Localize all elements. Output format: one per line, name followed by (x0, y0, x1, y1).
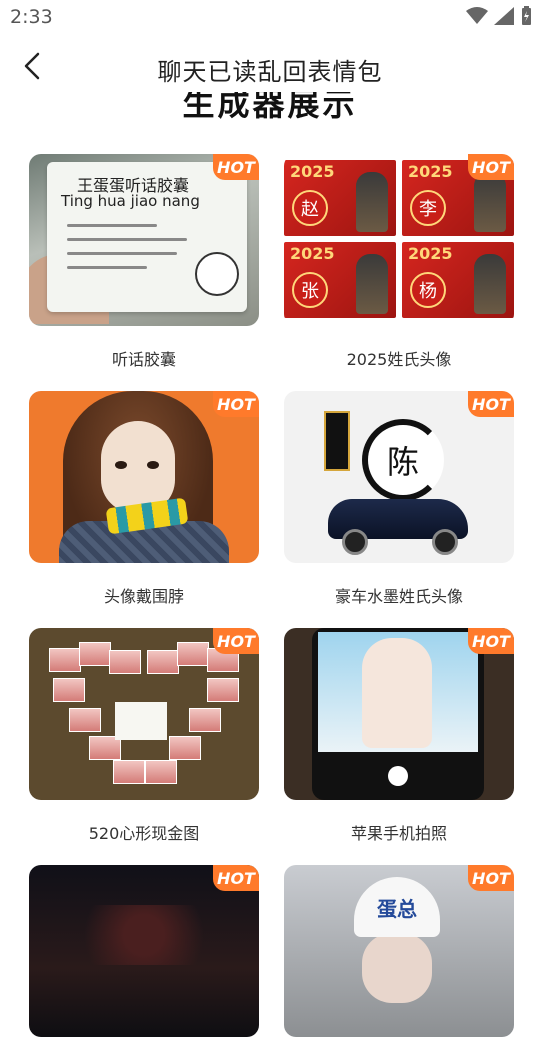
generator-card[interactable]: 陈 HOT 豪车水墨姓氏头像 (284, 391, 514, 607)
generator-card[interactable]: HOT 520心形现金图 (29, 628, 259, 844)
card-label: 520心形现金图 (88, 824, 200, 843)
hot-badge: HOT (213, 154, 259, 180)
generator-card[interactable]: 2025 赵 2025 李 2025 张 2025 杨 HOT 2025姓氏头像 (284, 154, 514, 370)
hot-badge: HOT (213, 391, 259, 417)
section-title-container: 生成器展示 (0, 92, 540, 128)
card-label: 豪车水墨姓氏头像 (334, 587, 463, 606)
card-thumbnail[interactable]: HOT (29, 865, 259, 1037)
generator-card[interactable]: HOT (29, 865, 259, 1037)
thumb-text: 2025 (408, 162, 453, 181)
card-label: 听话胶囊 (111, 350, 176, 369)
thumb-text: 张 (292, 272, 328, 308)
thumb-text: 杨 (410, 272, 446, 308)
hot-badge: HOT (468, 628, 514, 654)
card-thumbnail[interactable]: 王蛋蛋听话胶囊 Ting hua jiao nang HOT (29, 154, 259, 326)
generator-card[interactable]: HOT 苹果手机拍照 (284, 628, 514, 844)
status-time: 2:33 (10, 6, 53, 28)
battery-icon (520, 6, 532, 26)
generator-card[interactable]: 蛋总 HOT (284, 865, 514, 1037)
status-icons (466, 6, 532, 26)
card-thumbnail[interactable]: 2025 赵 2025 李 2025 张 2025 杨 HOT (284, 154, 514, 326)
wifi-icon (466, 7, 488, 25)
hot-badge: HOT (468, 391, 514, 417)
thumb-text: 2025 (290, 244, 335, 263)
hot-badge: HOT (213, 865, 259, 891)
thumb-text: Ting hua jiao nang (61, 192, 200, 210)
card-thumbnail[interactable]: HOT (29, 391, 259, 563)
card-thumbnail[interactable]: HOT (284, 628, 514, 800)
thumb-text: 蛋总 (354, 877, 440, 937)
thumb-text: 2025 (290, 162, 335, 181)
thumb-text: 赵 (292, 190, 328, 226)
card-label: 头像戴围脖 (103, 587, 184, 606)
card-thumbnail[interactable]: 蛋总 HOT (284, 865, 514, 1037)
signal-icon (494, 7, 514, 25)
thumb-text: 2025 (408, 244, 453, 263)
thumb-text: 李 (410, 190, 446, 226)
generator-card[interactable]: 王蛋蛋听话胶囊 Ting hua jiao nang HOT 听话胶囊 (29, 154, 259, 370)
generator-card[interactable]: HOT 头像戴围脖 (29, 391, 259, 607)
hot-badge: HOT (213, 628, 259, 654)
header: 聊天已读乱回表情包 (0, 44, 540, 92)
hot-badge: HOT (468, 154, 514, 180)
hot-badge: HOT (468, 865, 514, 891)
card-label: 2025姓氏头像 (346, 350, 452, 369)
card-label: 苹果手机拍照 (350, 824, 447, 843)
section-title: 生成器展示 (182, 92, 358, 123)
status-bar: 2:33 (0, 0, 540, 36)
card-thumbnail[interactable]: HOT (29, 628, 259, 800)
page-title: 聊天已读乱回表情包 (157, 58, 383, 86)
card-thumbnail[interactable]: 陈 HOT (284, 391, 514, 563)
